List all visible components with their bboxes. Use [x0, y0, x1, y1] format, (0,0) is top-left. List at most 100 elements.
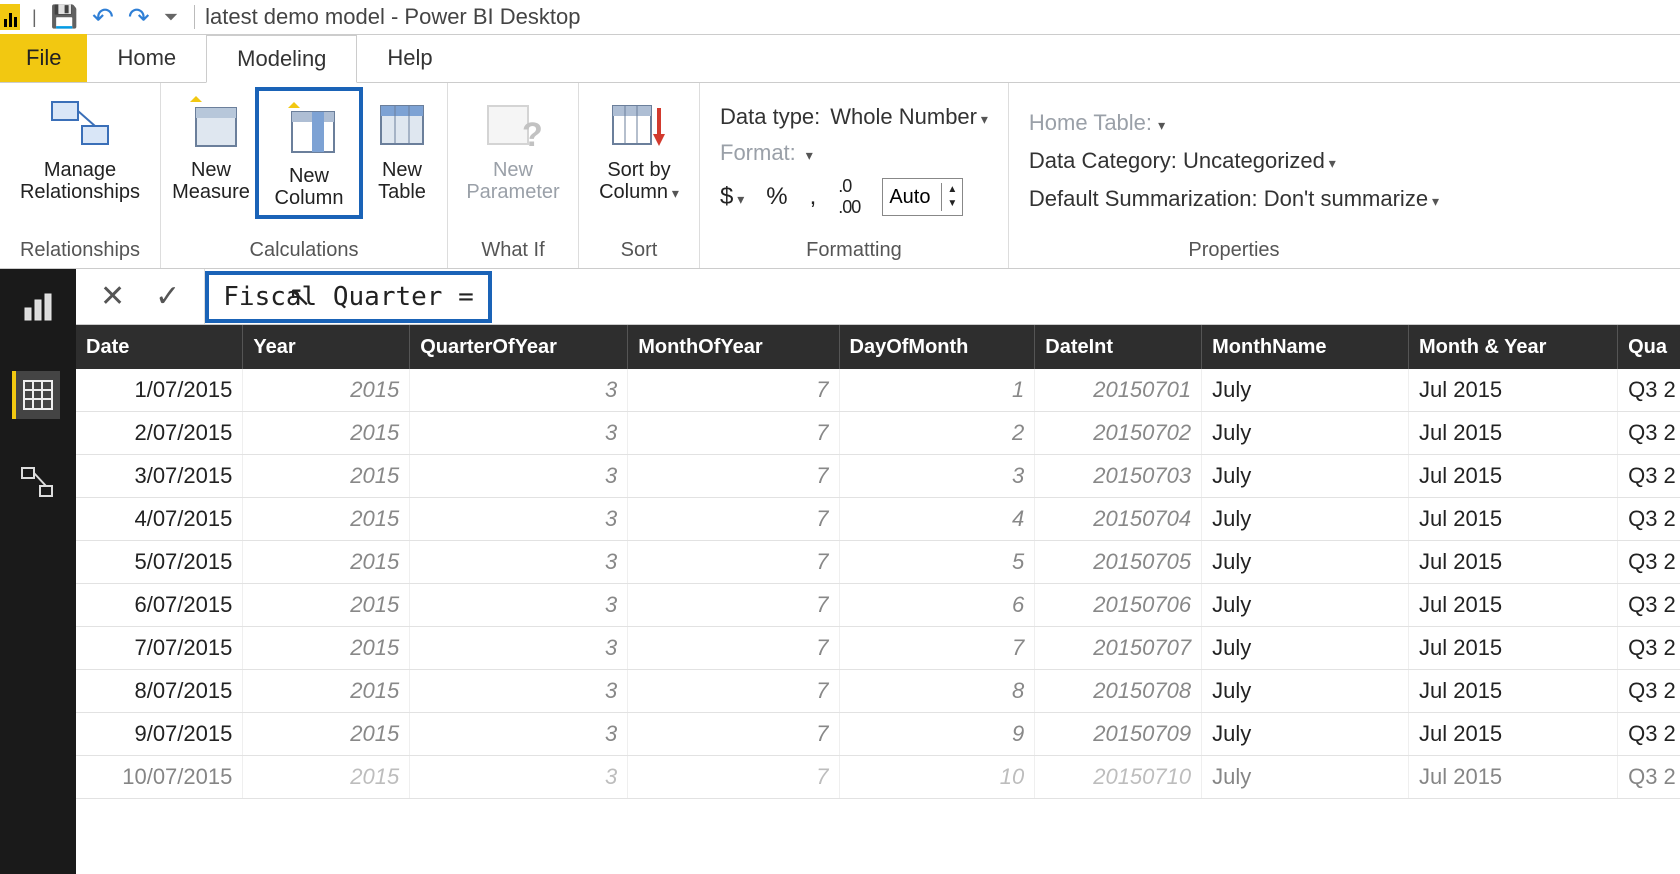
cell[interactable]: 2015 [243, 498, 410, 541]
cell[interactable]: 7/07/2015 [76, 627, 243, 670]
cell[interactable]: 6 [839, 584, 1035, 627]
cell[interactable]: 3 [410, 369, 628, 412]
datatype-dropdown[interactable]: Whole Number [830, 104, 988, 130]
cell[interactable]: 2015 [243, 713, 410, 756]
cell[interactable]: 10/07/2015 [76, 756, 243, 799]
tab-home[interactable]: Home [87, 34, 206, 82]
cell[interactable]: 8/07/2015 [76, 670, 243, 713]
cell[interactable]: 8 [839, 670, 1035, 713]
decimals-input[interactable] [883, 186, 941, 209]
cell[interactable]: 7 [628, 369, 839, 412]
formula-input[interactable]: Fiscal Quarter = [205, 271, 491, 323]
cell[interactable]: 1/07/2015 [76, 369, 243, 412]
cell[interactable]: Jul 2015 [1408, 541, 1617, 584]
data-view-button[interactable] [12, 371, 60, 419]
cell[interactable]: July [1202, 412, 1409, 455]
column-header[interactable]: QuarterOfYear [410, 325, 628, 369]
cell[interactable]: 20150710 [1035, 756, 1202, 799]
cell[interactable]: Jul 2015 [1408, 713, 1617, 756]
cell[interactable]: 7 [628, 584, 839, 627]
cell[interactable]: 7 [628, 412, 839, 455]
percent-button[interactable]: % [766, 183, 787, 211]
cell[interactable]: 3 [839, 455, 1035, 498]
cell[interactable]: Q3 2 [1618, 498, 1680, 541]
cell[interactable]: 7 [628, 541, 839, 584]
new-table-button[interactable]: New Table [367, 87, 437, 207]
cell[interactable]: 10 [839, 756, 1035, 799]
cell[interactable]: July [1202, 627, 1409, 670]
table-row[interactable]: 8/07/2015201537820150708JulyJul 2015Q3 2 [76, 670, 1680, 713]
qat-customize-icon[interactable]: ⏷ [164, 7, 178, 28]
cell[interactable]: July [1202, 713, 1409, 756]
cell[interactable]: 2015 [243, 627, 410, 670]
manage-relationships-button[interactable]: Manage Relationships [10, 87, 150, 207]
table-row[interactable]: 2/07/2015201537220150702JulyJul 2015Q3 2 [76, 412, 1680, 455]
cell[interactable]: 20150703 [1035, 455, 1202, 498]
formula-accept-icon[interactable]: ✓ [155, 279, 180, 314]
cell[interactable]: July [1202, 756, 1409, 799]
thousands-button[interactable]: , [810, 183, 817, 211]
cell[interactable]: July [1202, 498, 1409, 541]
decimal-icon[interactable]: .0.00 [838, 176, 860, 218]
table-row[interactable]: 9/07/2015201537920150709JulyJul 2015Q3 2 [76, 713, 1680, 756]
cell[interactable]: 20150706 [1035, 584, 1202, 627]
datacategory-dropdown[interactable]: Uncategorized [1183, 148, 1336, 173]
cell[interactable]: Q3 2 [1618, 627, 1680, 670]
cell[interactable]: 5 [839, 541, 1035, 584]
table-row[interactable]: 3/07/2015201537320150703JulyJul 2015Q3 2 [76, 455, 1680, 498]
column-header[interactable]: MonthName [1202, 325, 1409, 369]
cell[interactable]: Jul 2015 [1408, 498, 1617, 541]
cell[interactable]: Jul 2015 [1408, 412, 1617, 455]
cell[interactable]: 2015 [243, 455, 410, 498]
cell[interactable]: 2015 [243, 756, 410, 799]
cell[interactable]: 7 [839, 627, 1035, 670]
cell[interactable]: 2015 [243, 369, 410, 412]
cell[interactable]: Jul 2015 [1408, 455, 1617, 498]
cell[interactable]: 3 [410, 412, 628, 455]
cell[interactable]: Q3 2 [1618, 455, 1680, 498]
column-header[interactable]: Year [243, 325, 410, 369]
cell[interactable]: 7 [628, 713, 839, 756]
spin-down-icon[interactable]: ▼ [942, 197, 962, 211]
undo-icon[interactable]: ↶ [92, 2, 114, 33]
redo-icon[interactable]: ↷ [128, 2, 150, 33]
cell[interactable]: 3 [410, 756, 628, 799]
column-header[interactable]: Month & Year [1408, 325, 1617, 369]
column-header[interactable]: DayOfMonth [839, 325, 1035, 369]
cell[interactable]: 20150701 [1035, 369, 1202, 412]
cell[interactable]: 4/07/2015 [76, 498, 243, 541]
save-icon[interactable]: 💾 [51, 4, 78, 30]
currency-button[interactable]: $ [720, 183, 744, 211]
cell[interactable]: 5/07/2015 [76, 541, 243, 584]
cell[interactable]: July [1202, 541, 1409, 584]
cell[interactable]: 7 [628, 498, 839, 541]
cell[interactable]: 7 [628, 756, 839, 799]
tab-help[interactable]: Help [357, 34, 462, 82]
spin-up-icon[interactable]: ▲ [942, 183, 962, 197]
cell[interactable]: 3 [410, 713, 628, 756]
new-measure-button[interactable]: New Measure [171, 87, 251, 207]
data-grid[interactable]: DateYearQuarterOfYearMonthOfYearDayOfMon… [76, 325, 1680, 874]
cell[interactable]: Q3 2 [1618, 584, 1680, 627]
summarization-dropdown[interactable]: Don't summarize [1264, 186, 1439, 211]
cell[interactable]: 9/07/2015 [76, 713, 243, 756]
cell[interactable]: 4 [839, 498, 1035, 541]
cell[interactable]: Q3 2 [1618, 412, 1680, 455]
cell[interactable]: 20150705 [1035, 541, 1202, 584]
cell[interactable]: 1 [839, 369, 1035, 412]
cell[interactable]: Jul 2015 [1408, 670, 1617, 713]
cell[interactable]: 7 [628, 455, 839, 498]
cell[interactable]: 2015 [243, 412, 410, 455]
cell[interactable]: 3 [410, 584, 628, 627]
cell[interactable]: July [1202, 369, 1409, 412]
cell[interactable]: 2/07/2015 [76, 412, 243, 455]
cell[interactable]: 3 [410, 670, 628, 713]
cell[interactable]: July [1202, 584, 1409, 627]
cell[interactable]: 20150702 [1035, 412, 1202, 455]
cell[interactable]: 9 [839, 713, 1035, 756]
cell[interactable]: Q3 2 [1618, 713, 1680, 756]
cell[interactable]: Jul 2015 [1408, 369, 1617, 412]
cell[interactable]: July [1202, 455, 1409, 498]
cell[interactable]: 3 [410, 627, 628, 670]
cell[interactable]: 20150708 [1035, 670, 1202, 713]
